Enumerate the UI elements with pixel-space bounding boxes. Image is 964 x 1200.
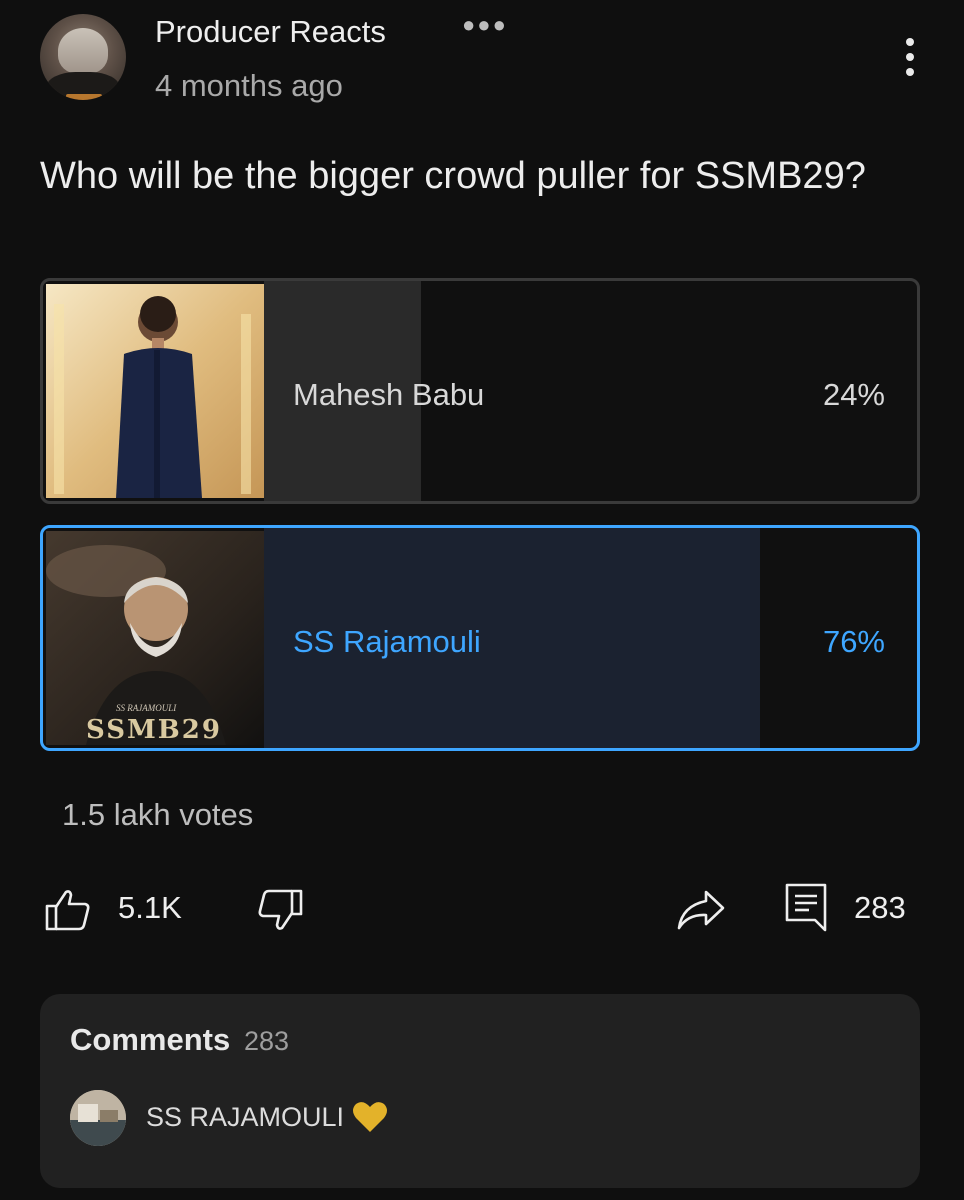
mahesh-babu-photo [46,284,264,498]
poll-option-percent: 24% [822,377,885,412]
comment-count[interactable]: 283 [854,890,906,926]
thumb-small-text: SS RAJAMOULI [116,703,177,713]
more-options-icon[interactable] [900,38,920,80]
thumb-caption: SSMB29 [86,715,222,745]
poll-question: Who will be the bigger crowd puller for … [40,155,866,197]
post-timestamp: 4 months ago [155,68,343,103]
poll-option-percent: 76% [822,624,885,659]
share-icon[interactable] [676,886,726,932]
poll-option-mahesh-babu[interactable]: Mahesh Babu 24% [40,278,920,504]
like-count: 5.1K [118,890,182,925]
comment-icon[interactable] [784,882,828,932]
thumb-down-icon[interactable] [256,888,304,932]
poll-option-label: SS Rajamouli [293,624,481,659]
comments-title: Comments [70,1022,231,1057]
yellow-heart-icon [353,1102,387,1132]
top-comment-text: SS RAJAMOULI [146,1102,345,1132]
ss-rajamouli-photo: SS RAJAMOULI SSMB29 [46,531,264,745]
horizontal-dots-icon: ●●● [462,12,508,37]
vote-count: 1.5 lakh votes [62,797,254,832]
poll-option-ss-rajamouli[interactable]: SS RAJAMOULI SSMB29 SS Rajamouli 76% [40,525,920,751]
comments-section[interactable]: Comments 283 SS RAJAMOULI [40,994,920,1188]
poll-option-label: Mahesh Babu [293,377,485,412]
comments-count: 283 [244,1026,290,1056]
thumb-up-icon[interactable] [44,888,92,932]
channel-name[interactable]: Producer Reacts [155,14,386,50]
commenter-avatar [70,1090,126,1146]
channel-avatar[interactable] [40,14,126,100]
